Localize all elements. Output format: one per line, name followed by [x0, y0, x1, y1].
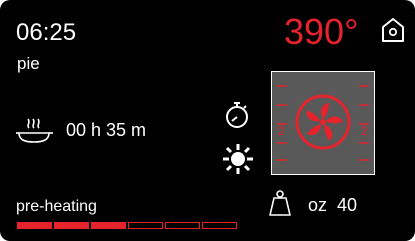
weight-icon: [268, 189, 292, 217]
progress-segment: [165, 222, 200, 229]
preheat-progress-bar: [17, 222, 237, 229]
progress-segment: [202, 222, 237, 229]
timer-icon[interactable]: [224, 100, 250, 130]
progress-segment: [91, 222, 126, 229]
oven-display: 06:25 pie 390° 00 h 35 m 2 2 oz 40 pre-h…: [0, 0, 415, 241]
home-button[interactable]: [380, 16, 406, 44]
weight-amount: 40: [337, 195, 358, 215]
temperature-setting[interactable]: 390°: [284, 13, 358, 51]
fan-icon: [295, 94, 351, 150]
progress-segment: [17, 222, 52, 229]
status-text: pre-heating: [16, 198, 97, 215]
cooking-dish-icon: [15, 114, 55, 146]
home-icon: [382, 18, 404, 42]
oven-light-icon[interactable]: [222, 143, 254, 175]
progress-segment: [128, 222, 163, 229]
fan-mode-panel[interactable]: 2 2: [271, 71, 375, 175]
program-name[interactable]: pie: [17, 55, 40, 73]
weight-value[interactable]: oz 40: [308, 195, 357, 215]
fan-level-left: 2: [278, 124, 285, 138]
cooking-duration[interactable]: 00 h 35 m: [66, 120, 146, 140]
weight-unit: oz: [308, 195, 328, 215]
progress-segment: [54, 222, 89, 229]
fan-level-right: 2: [361, 124, 368, 138]
clock: 06:25: [16, 19, 77, 46]
